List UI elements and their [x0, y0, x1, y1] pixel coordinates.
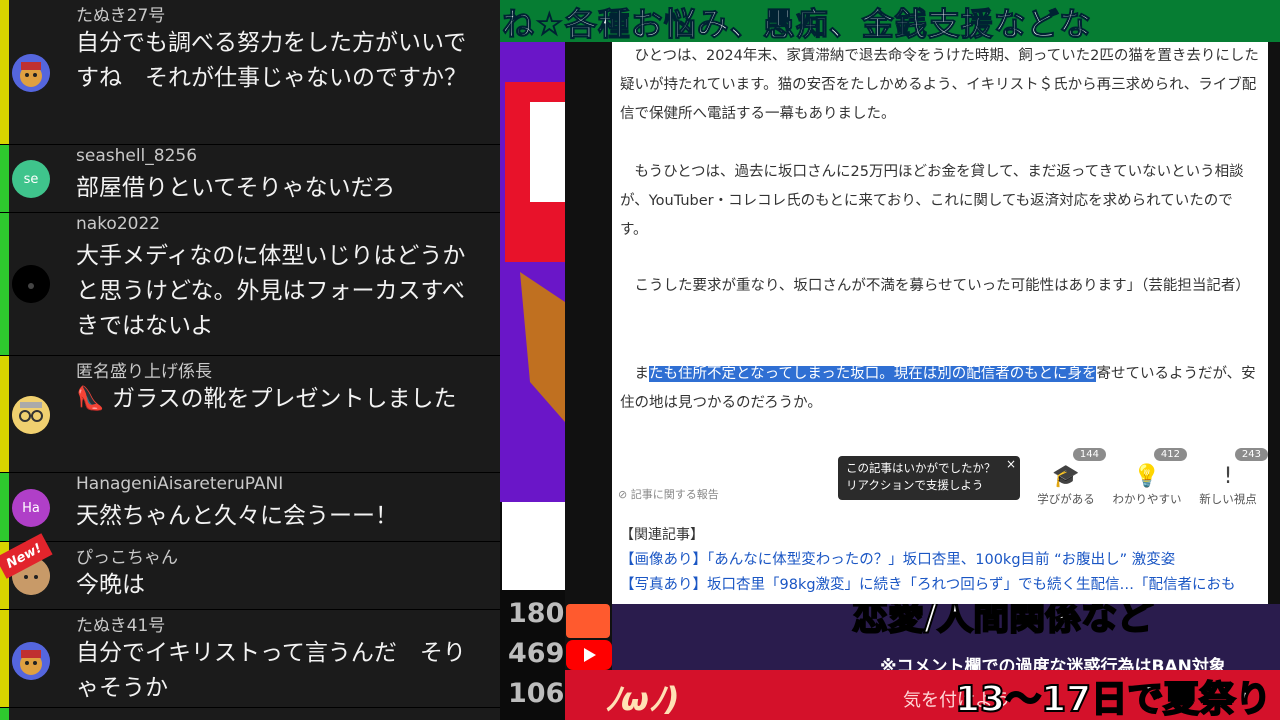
topic-banner-text: 恋愛/人間関係など — [851, 604, 1154, 639]
comment-text: 今晩は — [76, 572, 145, 598]
comment-text: 自分でも調べる努力をした方がいいですね それが仕事じゃないのですか？ — [76, 30, 467, 91]
reaction-learn-button[interactable]: 144 🎓 学びがある — [1026, 446, 1106, 507]
comment-color-bar — [0, 0, 9, 144]
comment-username[interactable]: たぬき27号 — [76, 1, 165, 26]
warning-text: ※コメント欄での過度な迷惑行為はBAN対象 — [880, 657, 1226, 670]
comment-text: 👠 ガラスの靴をプレゼントしました — [76, 386, 457, 412]
comment-color-bar — [0, 473, 9, 541]
comment-color-bar — [0, 356, 9, 472]
comment-text: 大手メディなのに体型いじりはどうかと思うけどな。外見はフォーカスすべきではないよ — [76, 243, 466, 339]
avatar[interactable] — [12, 642, 50, 680]
comment-item: たぬき27号 自分でも調べる努力をした方がいいですね それが仕事じゃないのですか… — [0, 0, 500, 145]
comment-text: 天然ちゃんと久々に会うーー！ — [76, 503, 398, 529]
comment-username[interactable]: 匿名盛り上げ係長 — [76, 357, 212, 382]
comment-color-bar — [0, 610, 9, 707]
comment-text: 部屋借りといてそりゃないだろ — [76, 175, 396, 201]
kaomoji-text: ﾉωﾉ) — [605, 680, 680, 718]
reaction-clear-button[interactable]: 412 💡 わかりやすい — [1107, 446, 1187, 507]
comment-username[interactable]: HanageniAisareteruPANI — [76, 474, 283, 494]
comment-color-bar — [0, 708, 9, 720]
article-paragraph: もうひとつは、過去に坂口さんに25万円ほどお金を貸して、まだ返ってきていないとい… — [620, 164, 1244, 238]
like-counter: 469 — [508, 638, 565, 669]
top-banner: ね☆各種お悩み、愚痴、金銭支援などな — [500, 0, 1280, 42]
reaction-popup-text: この記事はいかがでしたか？ リアクションで支援しよう — [846, 461, 996, 492]
comment-text: 自分でイキリストって言うんだ そりゃそうか — [76, 640, 466, 701]
comment-item: New! ぴっこちゃん 今晩は — [0, 533, 500, 610]
news-article: ひとつは、2024年末、家賃滞納で退去命令をうけた時期、飼っていた2匹の猫を置き… — [612, 42, 1268, 604]
comment-item-partial — [0, 708, 500, 720]
tanuki-avatar-icon — [12, 54, 50, 92]
avatar[interactable] — [12, 265, 50, 303]
ban-icon: ⊘ — [618, 488, 628, 501]
related-heading: 【関連記事】 — [620, 527, 704, 543]
tanuki-avatar-icon — [12, 642, 50, 680]
article-paragraph: ひとつは、2024年末、家賃滞納で退去命令をうけた時期、飼っていた2匹の猫を置き… — [620, 48, 1259, 122]
reaction-count: 243 — [1234, 448, 1268, 461]
comment-item: se seashell_8256 部屋借りといてそりゃないだろ — [0, 145, 500, 213]
text-selection-highlight[interactable]: たも住所不定となってしまった坂口。現在は別の配信者のもとに身を — [649, 366, 1097, 382]
play-icon — [584, 648, 596, 662]
comment-username[interactable]: ぴっこちゃん — [76, 543, 178, 568]
article-paragraph: またも住所不定となってしまった坂口。現在は別の配信者のもとに身を寄せているようだ… — [620, 366, 1256, 411]
exclamation-icon: ! — [1223, 464, 1233, 489]
stream-video-frame — [500, 42, 565, 590]
glasses-avatar-icon — [12, 396, 50, 434]
reaction-count: 412 — [1153, 448, 1187, 461]
comment-username[interactable]: seashell_8256 — [76, 146, 197, 166]
avatar[interactable]: Ha — [12, 489, 50, 527]
comment-counter: 106 — [508, 678, 565, 709]
viewer-counter: 180 — [508, 598, 565, 629]
comment-color-bar — [0, 145, 9, 212]
report-link[interactable]: ⊘ 記事に関する報告 — [618, 486, 719, 502]
comment-item: たぬき41号 自分でイキリストって言うんだ そりゃそうか — [0, 610, 500, 708]
comment-item: Ha HanageniAisareteruPANI 天然ちゃんと久々に会うーー！ — [0, 473, 500, 542]
related-link[interactable]: 【画像あり】「あんなに体型変わったの？」坂口杏里、100kg目前 “お腹出し” … — [620, 548, 1175, 569]
close-icon[interactable]: × — [1006, 456, 1016, 473]
stream-video-strip: 180 469 106 — [500, 0, 565, 720]
related-link[interactable]: 【写真あり】坂口杏里「98kg激変」に続き「ろれつ回らず」でも続く生配信…「配信… — [620, 573, 1235, 594]
dark-avatar-icon — [12, 265, 50, 303]
comment-username[interactable]: たぬき41号 — [76, 611, 165, 636]
comment-username[interactable]: nako2022 — [76, 214, 160, 234]
top-banner-text: ね☆各種お悩み、愚痴、金銭支援などな — [501, 5, 1093, 43]
comment-panel: たぬき27号 自分でも調べる努力をした方がいいですね それが仕事じゃないのですか… — [0, 0, 500, 720]
article-paragraph: こうした要求が重なり、坂口さんが不満を募らせていった可能性はあります」（芸能担当… — [634, 278, 1250, 294]
reaction-count: 144 — [1072, 448, 1106, 461]
comment-item: nako2022 大手メディなのに体型いじりはどうかと思うけどな。外見はフォーカ… — [0, 213, 500, 356]
reaction-popup: この記事はいかがでしたか？ リアクションで支援しよう × — [838, 456, 1020, 500]
reaction-new-view-button[interactable]: 243 ! 新しい視点 — [1188, 446, 1268, 507]
comment-item: 匿名盛り上げ係長 👠 ガラスの靴をプレゼントしました — [0, 356, 500, 473]
avatar[interactable]: se — [12, 160, 50, 198]
graduation-cap-icon: 🎓 — [1052, 464, 1080, 489]
comment-color-bar — [0, 213, 9, 355]
bottom-red-banner: ﾉωﾉ) 気を付けよう 13〜17日で夏祭り — [565, 670, 1280, 720]
youtube-icon[interactable] — [566, 640, 612, 670]
bottom-overlay-banner: 恋愛/人間関係など ※コメント欄での過度な迷惑行為はBAN対象 — [612, 604, 1280, 670]
summer-festival-text: 13〜17日で夏祭り — [954, 678, 1272, 720]
avatar[interactable] — [12, 54, 50, 92]
avatar[interactable] — [12, 396, 50, 434]
platform-icon[interactable] — [566, 604, 610, 638]
lightbulb-icon: 💡 — [1133, 464, 1161, 489]
